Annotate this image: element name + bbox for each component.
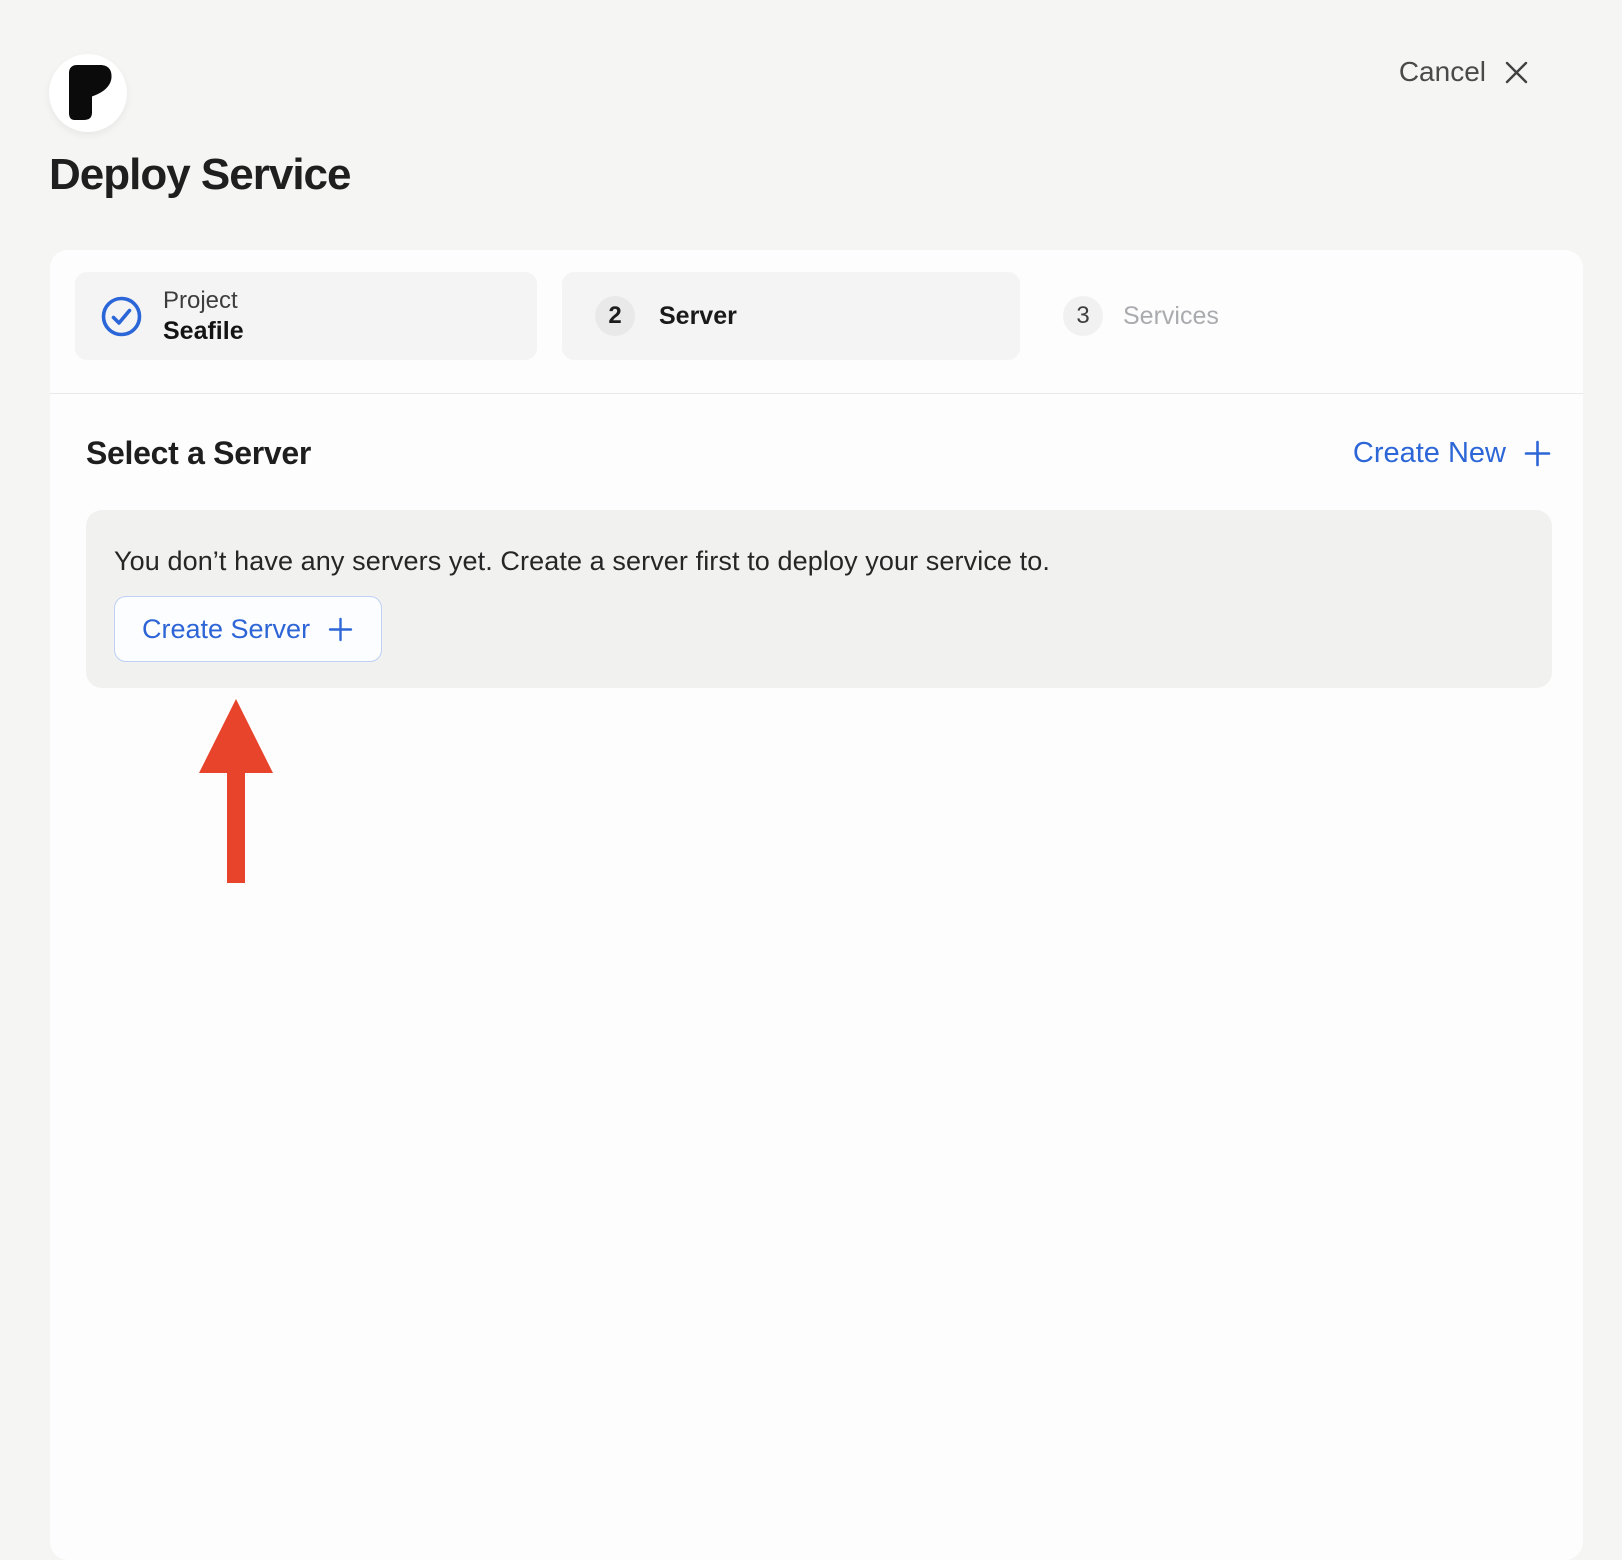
select-server-heading: Select a Server bbox=[86, 435, 311, 472]
create-new-label: Create New bbox=[1353, 437, 1506, 470]
page-title: Deploy Service bbox=[49, 150, 351, 200]
step-project-label: Project bbox=[163, 286, 244, 316]
step-server-number-badge: 2 bbox=[595, 296, 635, 336]
empty-state-message: You don’t have any servers yet. Create a… bbox=[114, 546, 1050, 577]
deploy-service-page: { "header": { "title": "Deploy Service",… bbox=[0, 0, 1622, 1538]
create-new-button[interactable]: Create New bbox=[1353, 437, 1552, 470]
step-services-number-badge: 3 bbox=[1063, 296, 1103, 336]
steps-divider bbox=[50, 393, 1583, 394]
plus-icon bbox=[1523, 439, 1552, 468]
create-server-button[interactable]: Create Server bbox=[114, 596, 382, 662]
app-logo-icon bbox=[69, 65, 112, 120]
step-services-label: Services bbox=[1123, 302, 1219, 331]
step-project-value: Seafile bbox=[163, 316, 244, 347]
step-project-text: Project Seafile bbox=[163, 286, 244, 347]
step-server-label: Server bbox=[659, 302, 737, 331]
close-icon bbox=[1503, 59, 1530, 86]
step-services: 3 Services bbox=[1063, 272, 1219, 360]
server-section-header: Select a Server Create New bbox=[86, 422, 1552, 484]
step-server: 2 Server bbox=[562, 272, 1020, 360]
step-project[interactable]: Project Seafile bbox=[75, 272, 537, 360]
deploy-wizard-panel: Project Seafile 2 Server 3 Services Sele… bbox=[50, 250, 1583, 1560]
create-server-label: Create Server bbox=[142, 614, 310, 645]
cancel-button[interactable]: Cancel bbox=[1399, 56, 1530, 88]
empty-server-state: You don’t have any servers yet. Create a… bbox=[86, 510, 1552, 688]
cancel-label: Cancel bbox=[1399, 56, 1486, 88]
annotation-arrow-icon bbox=[199, 699, 273, 883]
check-circle-icon bbox=[100, 295, 143, 338]
app-logo bbox=[49, 54, 127, 132]
plus-icon bbox=[327, 616, 354, 643]
